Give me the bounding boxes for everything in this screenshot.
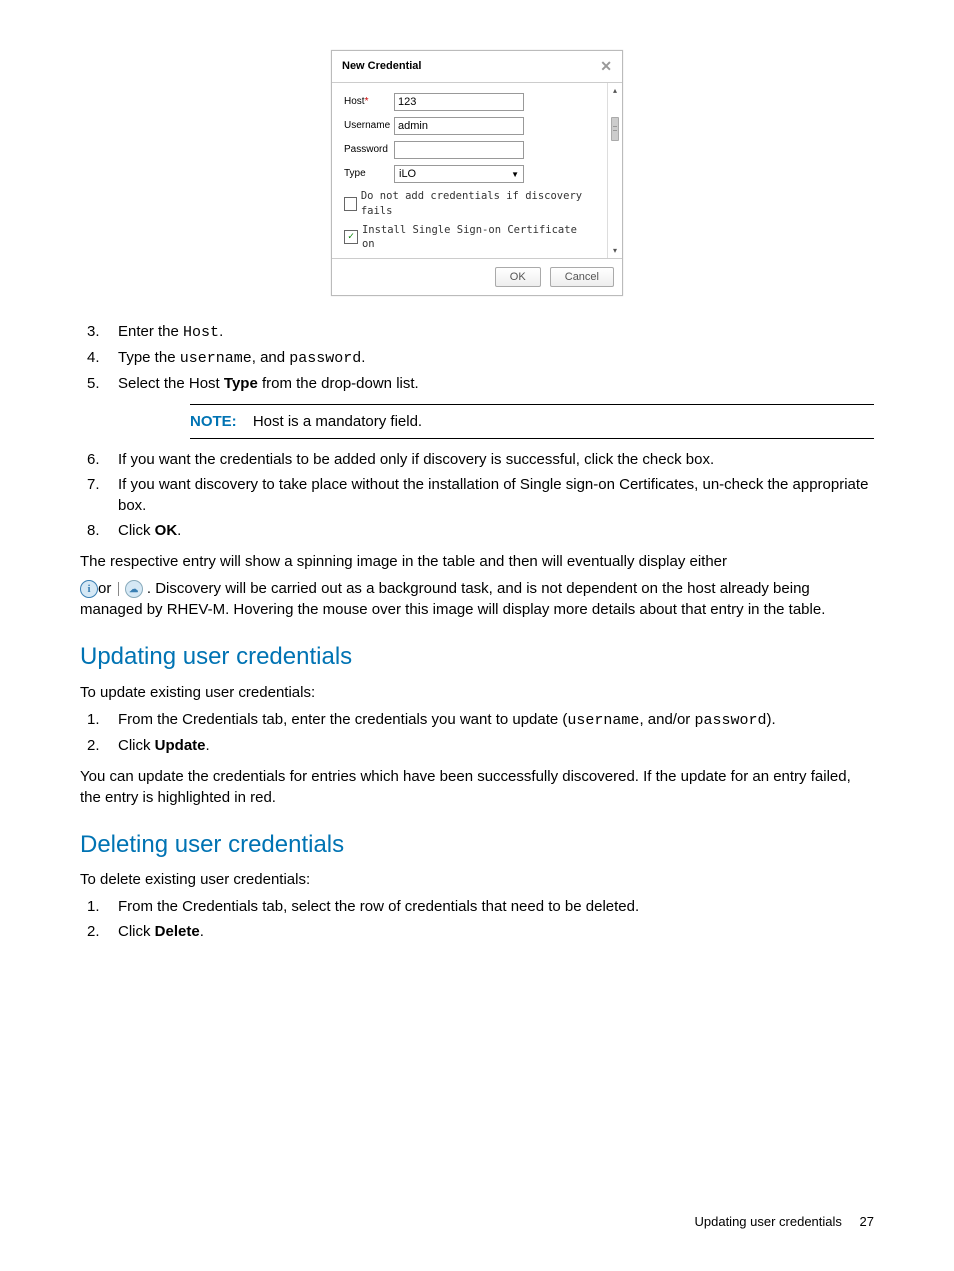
chevron-down-icon: ▼ [511,169,519,180]
checkbox-checked-icon: ✓ [344,230,358,244]
steps-list-b: If you want the credentials to be added … [80,449,874,541]
sso-cert-label: Install Single Sign-on Certificate on [362,223,595,252]
step-6: If you want the credentials to be added … [112,449,874,470]
step-7: If you want discovery to take place with… [112,474,874,516]
discovery-fail-checkbox-row[interactable]: Do not add credentials if discovery fail… [344,189,595,218]
step-4: Type the username, and password. [112,347,874,369]
cancel-button[interactable]: Cancel [550,267,614,287]
password-input[interactable] [394,141,524,159]
delete-steps: From the Credentials tab, select the row… [80,896,874,942]
steps-list-a: Enter the Host. Type the username, and p… [80,321,874,394]
paragraph-spinning: The respective entry will show a spinnin… [80,551,874,572]
discovery-fail-label: Do not add credentials if discovery fail… [361,189,595,218]
divider-icon [118,582,119,596]
type-select[interactable]: iLO ▼ [394,165,524,183]
note-text: Host is a mandatory field. [253,413,422,430]
cloud-status-icon: ☁ [125,580,143,598]
delete-step-2: Click Delete. [112,921,874,942]
new-credential-dialog: New Credential ✕ Host* Username Password [331,50,623,296]
username-input[interactable] [394,117,524,135]
update-outro: You can update the credentials for entri… [80,766,874,808]
dialog-titlebar: New Credential ✕ [332,51,622,83]
dialog-scrollbar[interactable]: ▴ ▾ [607,83,622,258]
section-title-deleting: Deleting user credentials [80,828,874,862]
sso-cert-checkbox-row[interactable]: ✓ Install Single Sign-on Certificate on [344,223,595,252]
host-input[interactable] [394,93,524,111]
delete-step-1: From the Credentials tab, select the row… [112,896,874,917]
step-3: Enter the Host. [112,321,874,343]
scroll-up-icon: ▴ [613,85,617,96]
dialog-title-text: New Credential [342,59,421,74]
checkbox-unchecked-icon [344,197,357,211]
ok-button[interactable]: OK [495,267,541,287]
update-intro: To update existing user credentials: [80,682,874,703]
step-8: Click OK. [112,520,874,541]
username-label: Username [344,119,394,133]
step-5: Select the Host Type from the drop-down … [112,373,874,394]
page-number: 27 [860,1214,874,1229]
password-label: Password [344,143,394,157]
type-label: Type [344,167,394,181]
note-block: NOTE: Host is a mandatory field. [190,404,874,439]
note-label: NOTE: [190,413,237,430]
footer-text: Updating user credentials [694,1214,841,1229]
section-title-updating: Updating user credentials [80,640,874,674]
scroll-thumb[interactable] [611,117,619,141]
update-step-1: From the Credentials tab, enter the cred… [112,709,874,731]
scroll-down-icon: ▾ [613,245,617,256]
page-footer: Updating user credentials 27 [694,1213,874,1231]
info-status-icon: i [80,580,98,598]
update-step-2: Click Update. [112,735,874,756]
update-steps: From the Credentials tab, enter the cred… [80,709,874,756]
close-icon[interactable]: ✕ [600,61,612,72]
host-label: Host* [344,95,394,109]
scroll-track [611,99,619,243]
type-select-value: iLO [399,167,416,182]
paragraph-icons: ior ☁ . Discovery will be carried out as… [80,578,874,620]
delete-intro: To delete existing user credentials: [80,869,874,890]
